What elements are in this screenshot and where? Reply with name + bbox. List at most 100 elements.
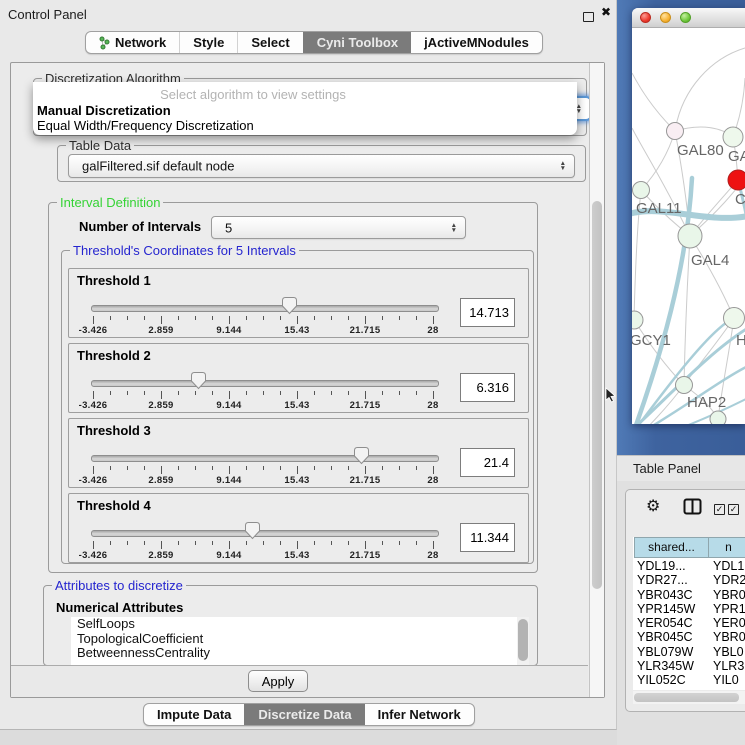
tab-cyni-toolbox[interactable]: Cyni Toolbox: [303, 32, 411, 53]
network-node-gcy1[interactable]: [632, 311, 643, 329]
table-row-yil052c[interactable]: YIL052C YIL0: [633, 673, 745, 687]
panel-scrollbar-thumb[interactable]: [592, 201, 602, 589]
list-scrollbar-thumb[interactable]: [518, 619, 528, 661]
threshold-4-value-input[interactable]: [460, 523, 515, 552]
mac-zoom-icon[interactable]: [680, 12, 691, 23]
threshold-3-slider-track[interactable]: [91, 455, 439, 462]
slider-tick: [246, 316, 247, 320]
table-row-ypr145w[interactable]: YPR145W YPR1: [633, 602, 745, 616]
table-row-ybr043c[interactable]: YBR043C YBR0: [633, 588, 745, 602]
cell-shared-name[interactable]: YBR045C: [637, 630, 693, 644]
cell-name[interactable]: YPR1: [713, 602, 745, 616]
slider-tick: [365, 316, 366, 324]
cell-name[interactable]: YLR3: [713, 659, 744, 673]
threshold-2-value-input[interactable]: [460, 373, 515, 402]
checkbox-icon[interactable]: ✓: [714, 504, 725, 515]
list-item-betweennesscentrality[interactable]: BetweennessCentrality: [71, 646, 529, 661]
slider-tick: [246, 541, 247, 545]
slider-tick: [297, 466, 298, 474]
tab-discretize-data[interactable]: Discretize Data: [244, 704, 364, 725]
dropdown-option-equal-width-frequency-discretization[interactable]: Equal Width/Frequency Discretization: [37, 118, 254, 133]
network-node-gal11[interactable]: [633, 182, 650, 199]
dropdown-option-manual-discretization[interactable]: Manual Discretization: [37, 103, 171, 118]
tab-style[interactable]: Style: [179, 32, 237, 53]
table-h-scrollbar[interactable]: [633, 691, 745, 704]
threshold-4-slider-track[interactable]: [91, 530, 439, 537]
table-row-ydl19[interactable]: YDL19... YDL1: [633, 559, 745, 573]
cell-name[interactable]: YBR0: [713, 588, 745, 602]
cell-name[interactable]: YIL0: [713, 673, 739, 687]
cell-name[interactable]: YDR2: [713, 573, 745, 587]
tab-label: Infer Network: [378, 707, 461, 722]
cell-shared-name[interactable]: YDR27...: [637, 573, 688, 587]
cell-shared-name[interactable]: YBR043C: [637, 588, 693, 602]
table-row-yer054c[interactable]: YER054C YER0: [633, 616, 745, 630]
apply-button[interactable]: Apply: [248, 670, 308, 692]
cell-shared-name[interactable]: YIL052C: [637, 673, 686, 687]
cell-name[interactable]: YDL1: [713, 559, 744, 573]
cell-name[interactable]: YBL0: [713, 645, 744, 659]
threshold-1-slider-track[interactable]: [91, 305, 439, 312]
table-row-ylr345w[interactable]: YLR345W YLR3: [633, 659, 745, 673]
network-node-c[interactable]: [728, 170, 745, 190]
float-window-icon[interactable]: [583, 12, 594, 22]
cell-name[interactable]: YER0: [713, 616, 745, 630]
cell-shared-name[interactable]: YLR345W: [637, 659, 694, 673]
mac-minimize-icon[interactable]: [660, 12, 671, 23]
slider-tick: [433, 541, 434, 549]
network-node-h[interactable]: [724, 308, 745, 329]
slider-tick-label: 15.43: [284, 475, 309, 486]
network-node-gal80[interactable]: [667, 123, 684, 140]
tab-impute-data[interactable]: Impute Data: [144, 704, 244, 725]
slider-tick-label: 21.715: [350, 400, 381, 411]
threshold-2-slider-thumb[interactable]: [190, 371, 207, 390]
cell-shared-name[interactable]: YPR145W: [637, 602, 695, 616]
table-data-combo[interactable]: galFiltered.sif default node ▲▼: [68, 154, 575, 178]
gear-icon[interactable]: ⚙: [646, 496, 660, 516]
mac-close-icon[interactable]: [640, 12, 651, 23]
list-item-topologicalcoefficient[interactable]: TopologicalCoefficient: [71, 632, 529, 647]
slider-tick-label: 9.144: [216, 400, 241, 411]
threshold-3-slider-thumb[interactable]: [353, 446, 370, 465]
threshold-1-value-input[interactable]: [460, 298, 515, 327]
cell-shared-name[interactable]: YBL079W: [637, 645, 693, 659]
column-header-name[interactable]: n: [709, 537, 745, 558]
network-node-ga[interactable]: [723, 127, 743, 147]
tab-select[interactable]: Select: [237, 32, 302, 53]
column-layout-icon[interactable]: [683, 498, 702, 515]
slider-tick: [229, 466, 230, 474]
tab-infer-network[interactable]: Infer Network: [365, 704, 474, 725]
combo-arrows-icon: ▲▼: [560, 161, 566, 171]
slider-tick: [110, 541, 111, 545]
slider-tick: [110, 391, 111, 395]
checkbox-icon[interactable]: ✓: [728, 504, 739, 515]
network-node-hap2[interactable]: [676, 377, 693, 394]
network-node[interactable]: [710, 411, 726, 424]
network-canvas[interactable]: GAL80GACGAL11GAL4GCY1HHAP2: [632, 28, 745, 424]
threshold-1-slider-thumb[interactable]: [281, 296, 298, 315]
panel-scrollbar[interactable]: [589, 63, 604, 697]
threshold-3-value-input[interactable]: [460, 448, 515, 477]
slider-tick: [93, 541, 94, 549]
slider-tick: [161, 541, 162, 549]
numerical-attributes-list[interactable]: SelfLoopsTopologicalCoefficientBetweenne…: [71, 617, 529, 666]
slider-tick: [110, 316, 111, 320]
threshold-4-slider-thumb[interactable]: [244, 521, 261, 540]
cell-shared-name[interactable]: YER054C: [637, 616, 693, 630]
list-scrollbar[interactable]: [517, 617, 529, 666]
table-row-ydr27[interactable]: YDR27... YDR2: [633, 573, 745, 587]
list-item-selfloops[interactable]: SelfLoops: [71, 617, 529, 632]
cell-name[interactable]: YBR0: [713, 630, 745, 644]
column-header-shared-name[interactable]: shared...: [634, 537, 709, 558]
close-icon[interactable]: ✖: [601, 5, 611, 19]
table-h-scrollbar-thumb[interactable]: [634, 693, 739, 702]
table-row-ybr045c[interactable]: YBR045C YBR0: [633, 630, 745, 644]
table-row-ybl079w[interactable]: YBL079W YBL0: [633, 645, 745, 659]
network-window-titlebar[interactable]: [632, 8, 745, 28]
tab-jactivemnodules[interactable]: jActiveMNodules: [411, 32, 542, 53]
tab-network[interactable]: Network: [86, 32, 179, 53]
network-node-gal4[interactable]: [678, 224, 702, 248]
threshold-2-slider-track[interactable]: [91, 380, 439, 387]
cell-shared-name[interactable]: YDL19...: [637, 559, 686, 573]
number-of-intervals-combo[interactable]: 5 ▲▼: [211, 216, 466, 239]
